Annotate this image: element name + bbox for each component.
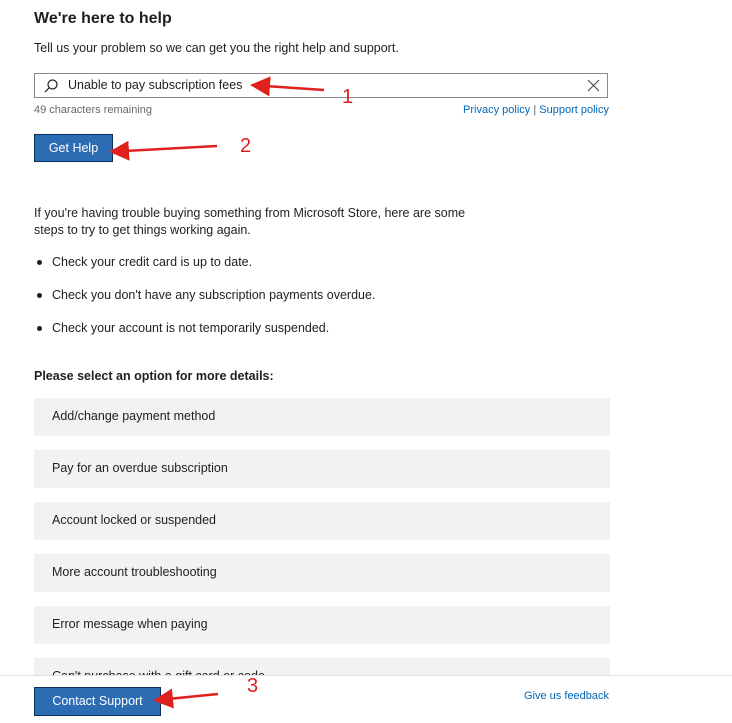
info-text: If you're having trouble buying somethin…: [34, 206, 466, 237]
list-item: Check your account is not temporarily su…: [34, 320, 375, 353]
option-pay-overdue[interactable]: Pay for an overdue subscription: [34, 450, 610, 488]
bullet-icon: [37, 293, 42, 298]
annotation-number-2: 2: [240, 135, 252, 157]
close-icon[interactable]: [587, 79, 600, 92]
step-text: Check your account is not temporarily su…: [52, 321, 330, 335]
option-add-change-payment[interactable]: Add/change payment method: [34, 398, 610, 436]
footer-bar: Contact Support Give us feedback: [0, 675, 732, 723]
intro-text: Tell us your problem so we can get you t…: [34, 41, 399, 55]
step-text: Check your credit card is up to date.: [52, 255, 253, 269]
characters-remaining: 49 characters remaining: [34, 104, 153, 116]
contact-support-button[interactable]: Contact Support: [34, 687, 161, 716]
list-item: Check you don't have any subscription pa…: [34, 287, 375, 320]
search-input[interactable]: [68, 74, 568, 97]
search-icon: [43, 78, 59, 94]
support-policy-link[interactable]: Support policy: [539, 104, 609, 116]
step-text: Check you don't have any subscription pa…: [52, 288, 376, 302]
list-item: Check your credit card is up to date.: [34, 254, 375, 287]
search-box[interactable]: [34, 73, 608, 98]
page-title: We're here to help: [34, 10, 172, 27]
steps-list: Check your credit card is up to date. Ch…: [34, 254, 375, 353]
options-heading: Please select an option for more details…: [34, 369, 274, 383]
policy-separator: |: [530, 104, 540, 116]
annotation-arrow-2: [109, 140, 218, 161]
bullet-icon: [37, 326, 42, 331]
get-help-button[interactable]: Get Help: [34, 134, 113, 162]
bullet-icon: [37, 260, 42, 265]
privacy-policy-link[interactable]: Privacy policy: [463, 104, 530, 116]
option-account-locked[interactable]: Account locked or suspended: [34, 502, 610, 540]
give-feedback-link[interactable]: Give us feedback: [524, 690, 609, 702]
option-error-message[interactable]: Error message when paying: [34, 606, 610, 644]
option-more-troubleshooting[interactable]: More account troubleshooting: [34, 554, 610, 592]
options-list: Add/change payment method Pay for an ove…: [34, 398, 610, 710]
policy-links: Privacy policy | Support policy: [463, 104, 609, 116]
